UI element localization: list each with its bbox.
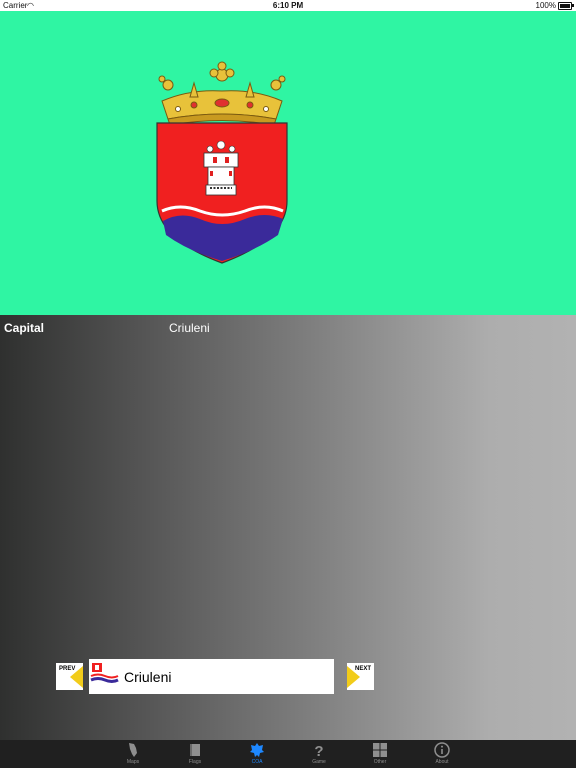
tab-label: Flags xyxy=(188,759,202,765)
tab-label: About xyxy=(435,759,449,765)
tab-coa[interactable]: COA xyxy=(237,740,277,768)
grid-icon xyxy=(373,743,387,757)
arrow-right-icon xyxy=(347,666,360,688)
tab-label: COA xyxy=(251,759,263,765)
info-value-capital: Criuleni xyxy=(169,321,210,335)
tab-about[interactable]: About xyxy=(422,740,462,768)
map-icon xyxy=(129,743,137,757)
coat-of-arms-panel xyxy=(0,11,576,315)
current-item-selector[interactable]: Criuleni xyxy=(89,659,334,694)
coat-of-arms-icon xyxy=(250,743,264,757)
status-time: 6:10 PM xyxy=(272,1,304,10)
tab-maps[interactable]: Maps xyxy=(113,740,153,768)
tab-other[interactable]: Other xyxy=(360,740,400,768)
svg-text:?: ? xyxy=(314,743,323,758)
tab-bar: Maps Flags COA ? Game Other About xyxy=(0,740,576,768)
shield xyxy=(156,122,288,264)
question-mark-icon: ? xyxy=(314,743,323,758)
crown xyxy=(158,61,286,126)
battery-percent: 100% xyxy=(535,1,556,10)
flag-icon xyxy=(190,744,200,756)
next-button[interactable]: NEXT xyxy=(347,663,374,690)
arrow-left-icon xyxy=(70,666,83,688)
tab-label: Maps xyxy=(126,759,140,765)
battery-icon xyxy=(558,2,574,10)
coat-of-arms-image xyxy=(156,61,288,264)
tab-label: Game xyxy=(312,759,326,765)
prev-button[interactable]: PREV xyxy=(56,663,83,690)
tab-label: Other xyxy=(373,759,387,765)
info-key-capital: Capital xyxy=(4,321,45,335)
tab-game[interactable]: ? Game xyxy=(299,740,339,768)
current-item-name: Criuleni xyxy=(124,669,172,685)
coat-of-arms-thumbnail xyxy=(90,662,119,684)
info-icon xyxy=(434,742,450,758)
tab-flags[interactable]: Flags xyxy=(175,740,215,768)
status-bar: Carrier ◠ 6:10 PM 100% xyxy=(0,0,576,11)
